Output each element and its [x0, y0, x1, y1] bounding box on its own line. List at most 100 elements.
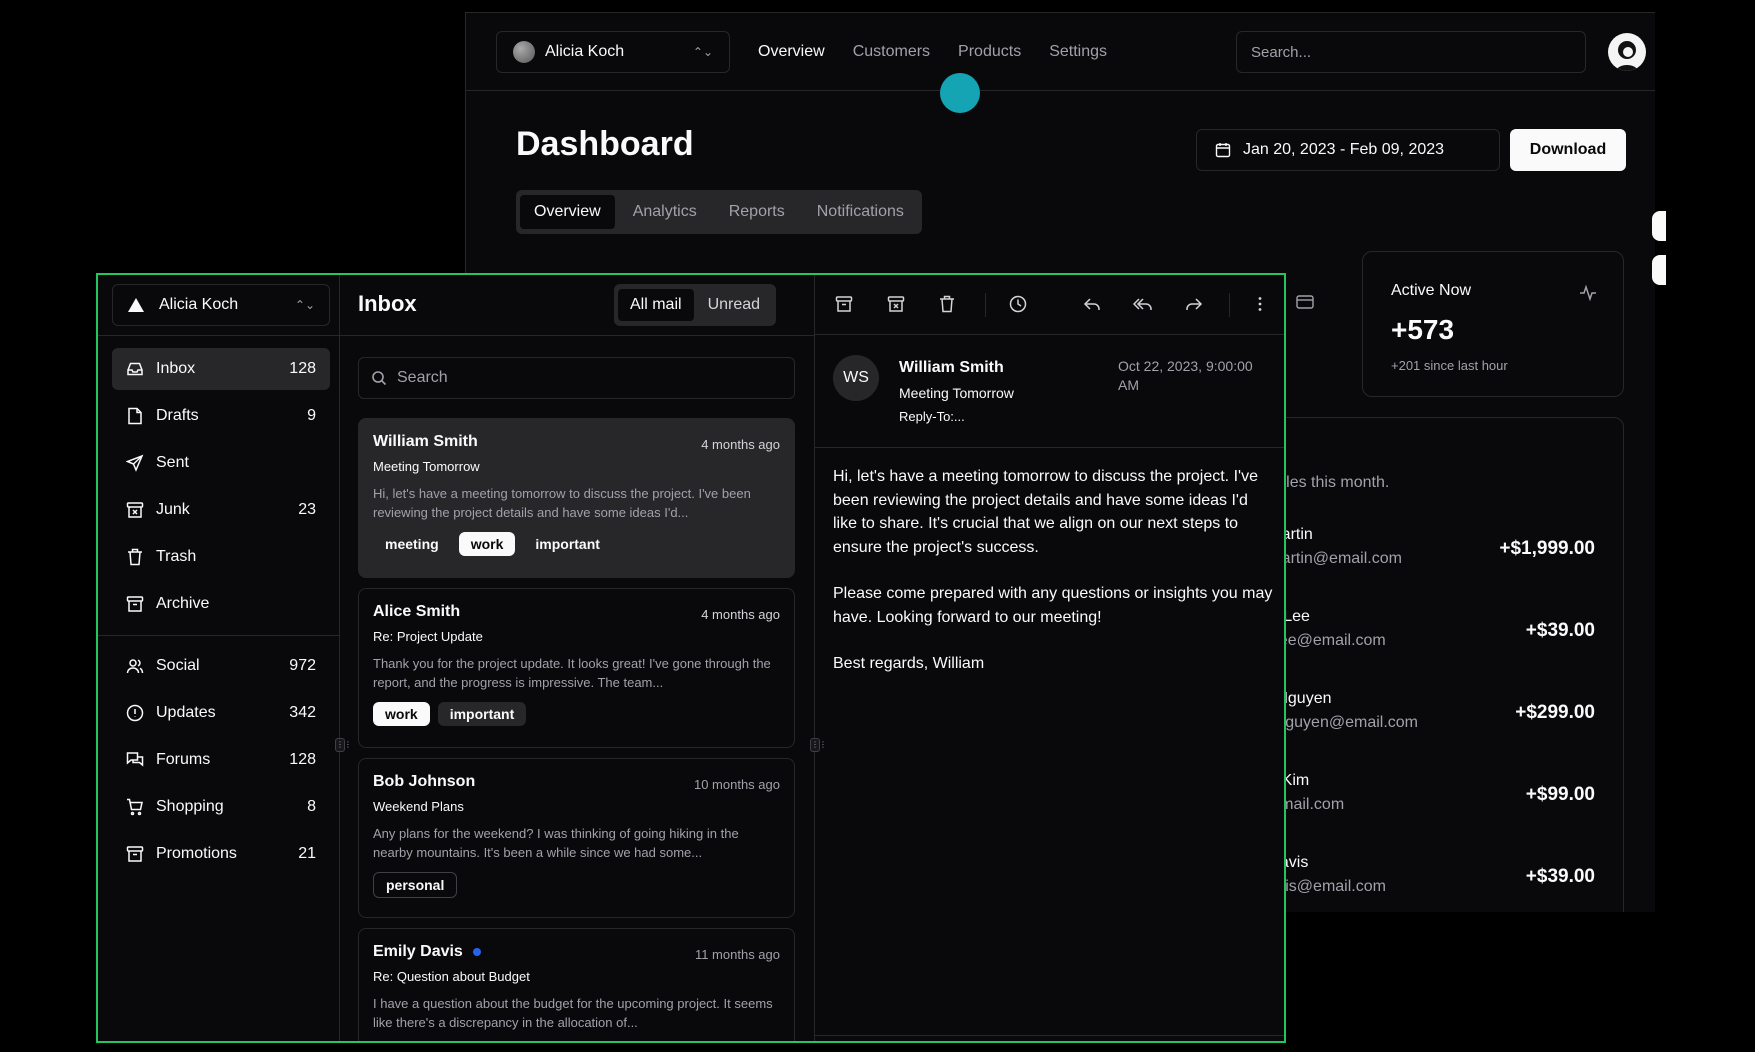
- toolbar-separator: [1229, 293, 1230, 317]
- mail-time: 11 months ago: [694, 947, 780, 962]
- sidebar-item-label: Drafts: [156, 407, 199, 424]
- sidebar-item-label: Inbox: [156, 360, 196, 377]
- reader-date: Oct 22, 2023, 9:00:00 AM: [1118, 358, 1253, 393]
- tag-badge: meeting: [385, 536, 439, 552]
- sale-amount: +$99.00: [1525, 784, 1595, 805]
- divider: [815, 1035, 1284, 1036]
- sale-row: am Kim @email.com +$99.00: [1255, 772, 1595, 828]
- clock-icon[interactable]: [1009, 295, 1027, 313]
- nav-products[interactable]: Products: [958, 43, 1021, 61]
- dashboard-search-input[interactable]: Search...: [1236, 31, 1586, 73]
- archive-x-icon[interactable]: [887, 295, 905, 313]
- alert-circle-icon: [126, 704, 144, 722]
- reader-subject: Meeting Tomorrow: [899, 385, 1014, 401]
- sidebar-item-archive[interactable]: Archive: [112, 583, 330, 625]
- team-avatar: [513, 41, 535, 63]
- messages-icon: [126, 751, 144, 769]
- account-switcher[interactable]: Alicia Koch ⌃⌄: [112, 284, 330, 326]
- team-switcher[interactable]: Alicia Koch ⌃⌄: [496, 31, 730, 73]
- sidebar-item-sent[interactable]: Sent: [112, 442, 330, 484]
- sidebar-item-trash[interactable]: Trash: [112, 536, 330, 578]
- page-title: Dashboard: [516, 125, 694, 163]
- sidebar-item-drafts[interactable]: Drafts 9: [112, 395, 330, 437]
- credit-card-icon: [1296, 295, 1314, 309]
- mail-subject: Re: Project Update: [373, 629, 483, 644]
- mail-list-item[interactable]: William Smith 4 months ago Meeting Tomor…: [358, 418, 795, 578]
- user-avatar[interactable]: [1608, 33, 1646, 71]
- mail-sender: William Smith: [373, 433, 478, 450]
- mail-preview: I have a question about the budget for t…: [373, 996, 773, 1030]
- sidebar-item-forums[interactable]: Forums 128: [112, 739, 330, 781]
- sidebar-item-label: Archive: [156, 595, 210, 612]
- archive-x-icon: [126, 501, 144, 519]
- sidebar-item-junk[interactable]: Junk 23: [112, 489, 330, 531]
- sidebar-item-inbox[interactable]: Inbox 128: [112, 348, 330, 390]
- sidebar-item-count: 21: [298, 845, 316, 862]
- mail-subject: Re: Question about Budget: [373, 969, 530, 984]
- nav-customers[interactable]: Customers: [853, 43, 930, 61]
- tab-all-mail[interactable]: All mail: [618, 289, 694, 321]
- tab-reports[interactable]: Reports: [715, 195, 799, 229]
- triangle-logo-icon: [127, 297, 145, 313]
- dashboard-topbar: Alicia Koch ⌃⌄ Overview Customers Produc…: [466, 13, 1655, 91]
- tab-unread[interactable]: Unread: [696, 289, 772, 321]
- sidebar-item-count: 972: [289, 657, 316, 674]
- mail-list-item[interactable]: Bob Johnson 10 months ago Weekend Plans …: [358, 758, 795, 918]
- reply-icon[interactable]: [1083, 295, 1101, 313]
- sidebar-item-label: Social: [156, 657, 200, 674]
- sale-row: a Davis .davis@email.com +$39.00: [1255, 854, 1595, 910]
- message-body: Hi, let's have a meeting tomorrow to dis…: [833, 465, 1273, 699]
- users-icon: [126, 657, 144, 675]
- sidebar-item-label: Promotions: [156, 845, 237, 862]
- sidebar-item-count: 342: [289, 704, 316, 721]
- dashboard-tabs: Overview Analytics Reports Notifications: [516, 190, 922, 234]
- reader-sender: William Smith: [899, 359, 1004, 376]
- mail-filter-tabs: All mail Unread: [614, 284, 777, 326]
- sidebar-item-count: 128: [289, 751, 316, 768]
- mail-toolbar: [815, 275, 1284, 335]
- message-paragraph: Best regards, William: [833, 655, 985, 672]
- forward-icon[interactable]: [1185, 295, 1203, 313]
- mail-search-input[interactable]: Search: [358, 357, 795, 399]
- tab-overview[interactable]: Overview: [520, 195, 615, 229]
- tag-badge: important: [437, 702, 527, 726]
- nav-overview[interactable]: Overview: [758, 43, 825, 61]
- sidebar-item-updates[interactable]: Updates 342: [112, 692, 330, 734]
- trash-icon[interactable]: [939, 295, 955, 313]
- sidebar-item-shopping[interactable]: Shopping 8: [112, 786, 330, 828]
- message-paragraph: Hi, let's have a meeting tomorrow to dis…: [833, 468, 1258, 556]
- tag-badge: work: [458, 532, 516, 556]
- toolbar-separator: [985, 293, 986, 317]
- mail-list-item[interactable]: Alice Smith 4 months ago Re: Project Upd…: [358, 588, 795, 748]
- date-range-picker[interactable]: Jan 20, 2023 - Feb 09, 2023: [1196, 129, 1500, 171]
- mail-sender: Alice Smith: [373, 603, 461, 620]
- tab-analytics[interactable]: Analytics: [619, 195, 711, 229]
- download-button[interactable]: Download: [1510, 129, 1626, 171]
- inbox-title: Inbox: [358, 291, 417, 316]
- mail-search-placeholder: Search: [397, 369, 448, 386]
- sidebar-item-social[interactable]: Social 972: [112, 645, 330, 687]
- cursor-indicator: [940, 73, 980, 113]
- mail-preview: Any plans for the weekend? I was thinkin…: [373, 826, 739, 860]
- account-name: Alicia Koch: [159, 296, 239, 313]
- tag-badge: important: [535, 536, 600, 552]
- mail-list-item[interactable]: Emily Davis 11 months ago Re: Question a…: [358, 928, 795, 1041]
- sidebar-item-label: Shopping: [156, 798, 224, 815]
- nav-settings[interactable]: Settings: [1049, 43, 1107, 61]
- send-icon: [126, 454, 144, 472]
- reply-all-icon[interactable]: [1133, 295, 1153, 313]
- archive-icon: [126, 595, 144, 613]
- inbox-icon: [126, 360, 144, 378]
- team-name: Alicia Koch: [545, 43, 625, 60]
- scroll-handle: [1652, 255, 1666, 285]
- sidebar-item-promotions[interactable]: Promotions 21: [112, 833, 330, 875]
- calendar-icon: [1215, 142, 1231, 158]
- archive-icon[interactable]: [835, 295, 853, 313]
- sidebar-item-count: 9: [307, 407, 316, 424]
- tab-notifications[interactable]: Notifications: [803, 195, 918, 229]
- archive-icon: [126, 845, 144, 863]
- recent-sales-card: es 65 sales this month. a Martin a.marti…: [1236, 417, 1624, 912]
- sidebar-item-label: Trash: [156, 548, 197, 565]
- more-vertical-icon[interactable]: [1251, 295, 1269, 313]
- active-now-sub: +201 since last hour: [1391, 358, 1508, 373]
